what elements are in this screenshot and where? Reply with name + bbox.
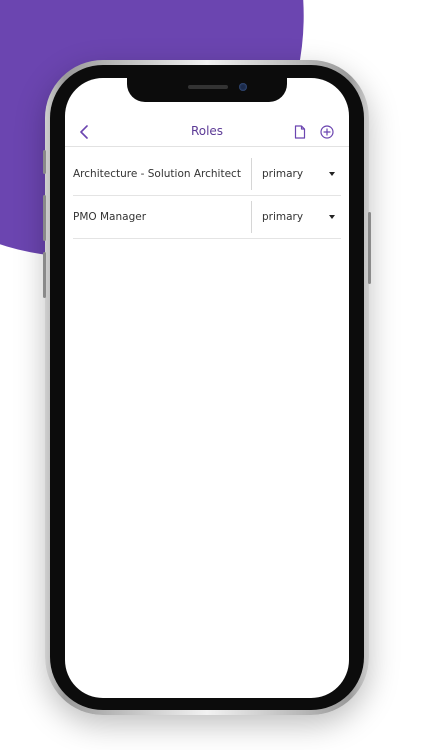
phone-power-button: [368, 212, 371, 284]
phone-side-button: [43, 150, 46, 174]
role-row: PMO Manager primary: [73, 196, 341, 239]
speaker-grille: [188, 85, 228, 89]
role-list: Architecture - Solution Architect primar…: [73, 153, 341, 239]
row-divider: [251, 158, 252, 190]
row-divider: [251, 201, 252, 233]
role-type-dropdown[interactable]: primary: [259, 153, 339, 195]
phone-volume-up-button: [43, 195, 46, 241]
caret-down-icon: [329, 172, 335, 176]
role-type-value: primary: [262, 168, 304, 180]
plus-circle-icon: [320, 125, 334, 139]
document-button[interactable]: [290, 122, 310, 142]
role-name: PMO Manager: [73, 211, 147, 223]
caret-down-icon: [329, 215, 335, 219]
role-name: Architecture - Solution Architect: [73, 168, 241, 180]
app-screen: Roles Architecture - Solution Architect …: [65, 78, 349, 698]
navigation-bar: Roles: [65, 118, 349, 147]
role-row: Architecture - Solution Architect primar…: [73, 153, 341, 196]
document-icon: [294, 125, 306, 139]
phone-volume-down-button: [43, 252, 46, 298]
role-type-dropdown[interactable]: primary: [259, 196, 339, 238]
role-type-value: primary: [262, 211, 304, 223]
add-role-button[interactable]: [317, 122, 337, 142]
front-camera: [239, 83, 247, 91]
phone-notch: [127, 78, 287, 102]
